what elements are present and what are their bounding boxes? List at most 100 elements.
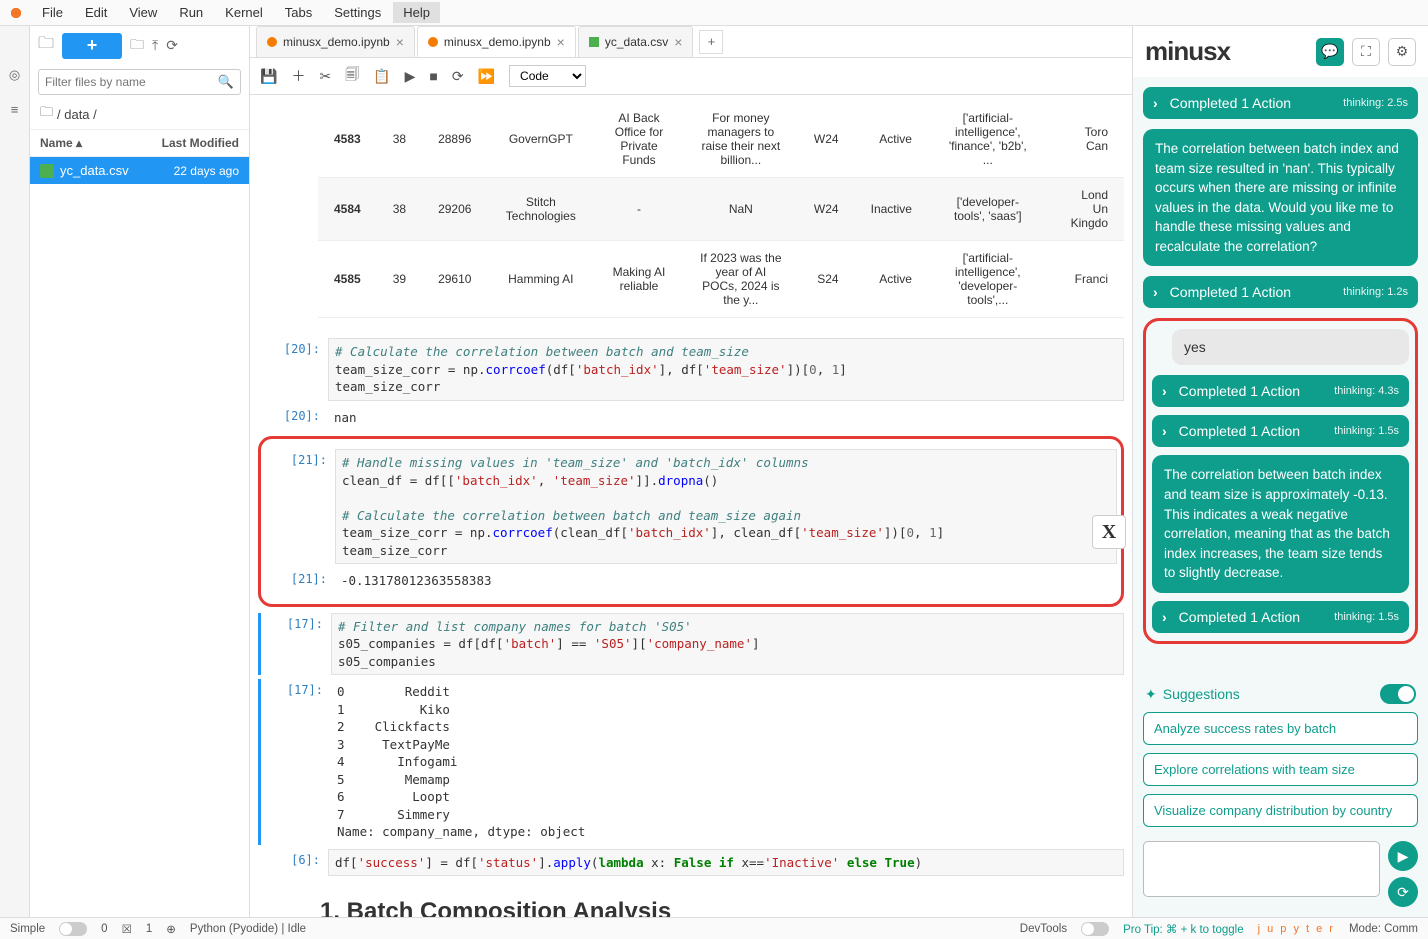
status-bar: Simple 0 ☒ 1 ⊕ Python (Pyodide) | Idle D…: [0, 917, 1428, 939]
tab-csv[interactable]: yc_data.csv×: [578, 26, 694, 57]
highlighted-region: [21]: # Handle missing values in 'team_s…: [258, 436, 1124, 607]
code-cell-21[interactable]: [21]: # Handle missing values in 'team_s…: [265, 449, 1117, 564]
upload-icon[interactable]: ⤒: [152, 37, 158, 54]
tab-bar: minusx_demo.ipynb× minusx_demo.ipynb× yc…: [250, 26, 1132, 58]
notebook-body[interactable]: 45833828896 GovernGPTAI Back Office for …: [250, 95, 1132, 917]
suggestion-button[interactable]: Explore correlations with team size: [1143, 753, 1418, 786]
status-count-1: 1: [146, 923, 152, 935]
action-bubble[interactable]: Completed 1 Actionthinking: 4.3s: [1152, 375, 1409, 407]
celltype-select[interactable]: Code: [509, 65, 586, 87]
table-row: 45843829206 Stitch Technologies-NaN W24I…: [318, 178, 1124, 241]
capture-icon[interactable]: ⛶: [1352, 38, 1380, 66]
output-cell-20: [20]: nan: [258, 405, 1124, 431]
tab-add-button[interactable]: +: [699, 30, 723, 54]
col-name[interactable]: Name ▴: [40, 136, 162, 150]
menu-help[interactable]: Help: [393, 2, 440, 23]
notebook-icon: [428, 37, 438, 47]
regenerate-button[interactable]: ⟳: [1388, 877, 1418, 907]
protip-label: Pro Tip: ⌘ + k to toggle: [1123, 922, 1244, 936]
paste-icon[interactable]: 📋: [373, 68, 390, 85]
filter-box[interactable]: 🔍: [38, 69, 241, 95]
save-icon[interactable]: 💾: [260, 68, 277, 85]
folder-icon: 🗀: [40, 103, 53, 125]
action-bubble[interactable]: Completed 1 Actionthinking: 1.5s: [1152, 415, 1409, 447]
search-icon: 🔍: [218, 74, 234, 90]
menu-run[interactable]: Run: [169, 2, 213, 23]
code-cell-6[interactable]: [6]: df['success'] = df['status'].apply(…: [258, 849, 1124, 877]
add-cell-icon[interactable]: ＋: [291, 66, 305, 86]
jupyter-logo-icon: [8, 5, 24, 21]
col-modified[interactable]: Last Modified: [162, 136, 239, 150]
menu-settings[interactable]: Settings: [324, 2, 391, 23]
suggestion-button[interactable]: Visualize company distribution by countr…: [1143, 794, 1418, 827]
run-icon[interactable]: ▶: [405, 68, 416, 85]
chat-scroll[interactable]: Completed 1 Actionthinking: 2.5s The cor…: [1133, 77, 1428, 680]
menu-file[interactable]: File: [32, 2, 73, 23]
chat-input-row: ▶ ⟳: [1133, 831, 1428, 917]
action-bubble[interactable]: Completed 1 Actionthinking: 2.5s: [1143, 87, 1418, 119]
fastforward-icon[interactable]: ⏩: [478, 68, 495, 85]
folder-icon[interactable]: 🗀: [38, 32, 54, 59]
left-rail: ◎ ≡: [0, 26, 30, 917]
user-message: yes: [1172, 329, 1409, 365]
file-browser: 🗀 + 🗀 ⤒ ⟳ 🔍 🗀 / data / Name ▴ Last Modif…: [30, 26, 250, 917]
simple-toggle[interactable]: [59, 922, 87, 936]
table-row: 45853929610 Hamming AIMaking AI reliable…: [318, 241, 1124, 318]
menu-edit[interactable]: Edit: [75, 2, 117, 23]
copy-icon[interactable]: 🗐: [345, 64, 359, 88]
close-icon[interactable]: ×: [396, 34, 404, 50]
sparkle-icon: ✦: [1145, 686, 1157, 703]
new-folder-icon[interactable]: 🗀: [130, 34, 144, 58]
spreadsheet-icon: [40, 164, 54, 178]
notebook-pane: minusx_demo.ipynb× minusx_demo.ipynb× yc…: [250, 26, 1132, 917]
tab-notebook-2[interactable]: minusx_demo.ipynb×: [417, 26, 576, 57]
cut-icon[interactable]: ✂: [319, 68, 331, 85]
spreadsheet-icon: [589, 37, 599, 47]
chat-icon[interactable]: 💬: [1316, 38, 1344, 66]
chat-input[interactable]: [1143, 841, 1380, 897]
menu-view[interactable]: View: [119, 2, 167, 23]
breadcrumb[interactable]: 🗀 / data /: [30, 99, 249, 129]
file-browser-toolbar: 🗀 + 🗀 ⤒ ⟳: [30, 26, 249, 65]
send-button[interactable]: ▶: [1388, 841, 1418, 871]
menu-kernel[interactable]: Kernel: [215, 2, 273, 23]
minusx-logo: minusx: [1145, 36, 1230, 67]
sort-icon: ▴: [76, 136, 82, 150]
code-cell-20[interactable]: [20]: # Calculate the correlation betwee…: [258, 338, 1124, 401]
panel-header: minusx 💬 ⛶ ⚙: [1133, 26, 1428, 77]
jupyter-label: j u p y t e r: [1258, 923, 1335, 935]
minusx-panel: minusx 💬 ⛶ ⚙ Completed 1 Actionthinking:…: [1132, 26, 1428, 917]
action-bubble[interactable]: Completed 1 Actionthinking: 1.5s: [1152, 601, 1409, 633]
devtools-toggle[interactable]: [1081, 922, 1109, 936]
menu-tabs[interactable]: Tabs: [275, 2, 322, 23]
suggestion-button[interactable]: Analyze success rates by batch: [1143, 712, 1418, 745]
file-row[interactable]: yc_data.csv 22 days ago: [30, 157, 249, 184]
settings-icon[interactable]: ⚙: [1388, 38, 1416, 66]
close-icon[interactable]: ×: [557, 34, 565, 50]
new-button[interactable]: +: [62, 33, 122, 59]
mode-label: Mode: Comm: [1349, 923, 1418, 935]
highlighted-chat-region: yes Completed 1 Actionthinking: 4.3s Com…: [1143, 318, 1418, 643]
filter-input[interactable]: [45, 75, 218, 89]
assistant-message: The correlation between batch index and …: [1143, 129, 1418, 266]
code-cell-17[interactable]: [17]: # Filter and list company names fo…: [258, 613, 1124, 676]
minusx-floating-button[interactable]: X: [1092, 515, 1126, 549]
action-bubble[interactable]: Completed 1 Actionthinking: 1.2s: [1143, 276, 1418, 308]
close-icon[interactable]: ×: [674, 34, 682, 50]
suggestions-toggle[interactable]: [1380, 684, 1416, 704]
status-count-0: 0: [101, 923, 107, 935]
notebook-icon: [267, 37, 277, 47]
table-row: 45833828896 GovernGPTAI Back Office for …: [318, 101, 1124, 178]
tab-notebook-1[interactable]: minusx_demo.ipynb×: [256, 26, 415, 57]
restart-icon[interactable]: ⟳: [452, 68, 464, 85]
target-icon[interactable]: ◎: [6, 66, 24, 84]
output-cell-21: [21]: -0.13178012363558383: [265, 568, 1117, 594]
output-dataframe: 45833828896 GovernGPTAI Back Office for …: [318, 101, 1124, 318]
output-cell-17: [17]: 0 Reddit 1 Kiko 2 Clickfacts 3 Tex…: [258, 679, 1124, 845]
file-list-header: Name ▴ Last Modified: [30, 129, 249, 157]
menubar: File Edit View Run Kernel Tabs Settings …: [0, 0, 1428, 26]
refresh-icon[interactable]: ⟳: [166, 37, 178, 54]
list-icon[interactable]: ≡: [6, 100, 24, 118]
stop-icon[interactable]: ■: [429, 68, 437, 84]
kernel-status[interactable]: Python (Pyodide) | Idle: [190, 923, 306, 935]
